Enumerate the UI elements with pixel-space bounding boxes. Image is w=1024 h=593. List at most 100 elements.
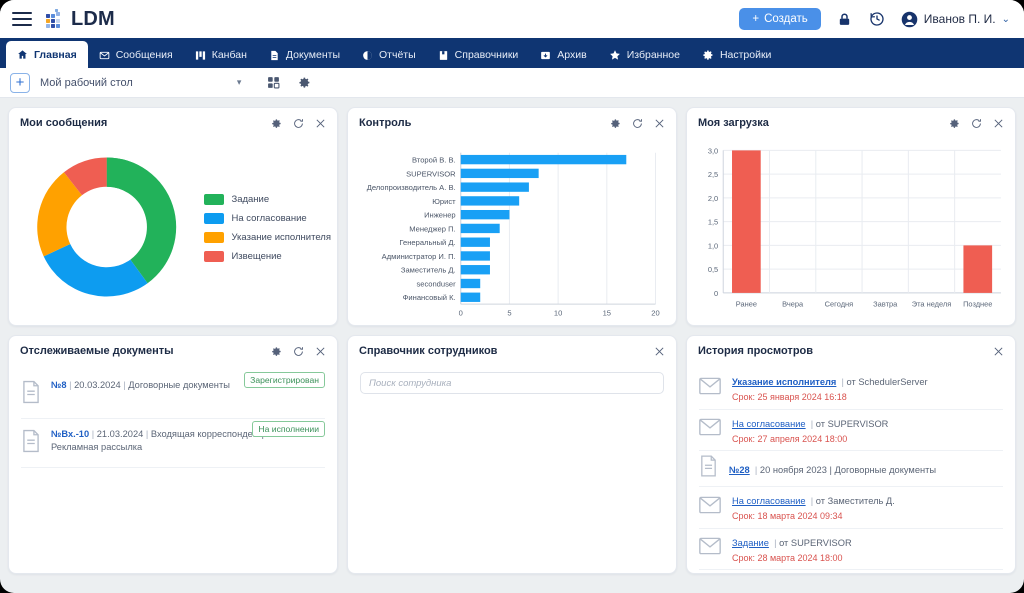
nav-item-home[interactable]: Главная [6,41,88,68]
history-deadline: Срок: 27 апреля 2024 18:00 [732,433,1003,447]
bar-category-label: SUPERVISOR [406,169,456,178]
history-link[interactable]: Указание исполнителя [732,377,836,387]
x-axis-tick: Ранее [736,299,757,308]
widget-close-icon[interactable] [654,346,665,357]
x-axis-tick: Позднее [963,299,992,308]
widget-employee-directory: Справочник сотрудников [347,335,677,574]
application-root: LDM + Создать [0,0,1024,593]
history-line-primary: Задание | от SUPERVISOR [732,538,852,548]
bar [461,293,480,302]
desktop-toolbar: + Мой рабочий стол ▾ [0,68,1024,98]
toolbar-settings-gear-icon[interactable] [298,76,311,89]
nav-item-documents[interactable]: Документы [258,42,351,68]
legend-item: Указание исполнителя [204,232,331,243]
employee-search-input[interactable] [360,372,664,394]
nav-item-reports[interactable]: Отчёты [351,42,427,68]
user-menu[interactable]: Иванов П. И. ⌄ [901,11,1010,28]
history-row[interactable]: Указание исполнителя | от SchedulerServe… [699,368,1003,410]
grid-widgets-icon[interactable] [267,76,280,89]
app-header: LDM + Создать [0,0,1024,38]
document-type: Договорные документы [128,380,230,390]
document-icon [269,50,280,61]
widget-body [348,366,676,573]
document-date: 20.03.2024 [74,380,121,390]
widget-close-icon[interactable] [654,118,665,129]
document-number[interactable]: №8 [51,380,67,390]
nav-label: Архив [557,49,586,61]
history-text: Указание исполнителя | от SchedulerServe… [732,372,1003,405]
envelope-icon [699,537,721,555]
dashboard-grid: Мои сообщения [0,98,1024,583]
history-link[interactable]: №28 [729,465,750,475]
nav-item-archive[interactable]: Архив [529,42,597,68]
widget-title: История просмотров [698,345,813,357]
legend-label: Указание исполнителя [231,232,331,243]
user-name-label: Иванов П. И. [924,12,996,26]
widget-refresh-icon[interactable] [293,118,304,129]
widget-title: Контроль [359,117,411,129]
history-link[interactable]: На согласование [732,419,806,429]
document-icon [699,455,718,482]
history-link[interactable]: Задание [732,538,769,548]
add-widget-button[interactable]: + [10,73,30,93]
history-row[interactable]: На согласование | от Заместитель Д. Срок… [699,487,1003,529]
bar [732,150,761,293]
widget-title: Отслеживаемые документы [20,345,174,357]
nav-item-directories[interactable]: Справочники [427,42,530,68]
widget-body: Задание На согласование Указание исполни… [9,138,337,325]
nav-label: Настройки [720,49,772,61]
widget-settings-gear-icon[interactable] [610,118,621,129]
hamburger-menu-icon[interactable] [12,12,32,26]
widget-close-icon[interactable] [993,118,1004,129]
history-link[interactable]: На согласование [732,496,806,506]
widget-settings-gear-icon[interactable] [949,118,960,129]
widget-close-icon[interactable] [315,118,326,129]
history-row[interactable]: Задание | от SUPERVISOR Срок: 28 марта 2… [699,529,1003,571]
bar [461,251,490,260]
document-number[interactable]: №Вх.-10 [51,429,89,439]
history-deadline: Срок: 25 января 2024 16:18 [732,391,1003,405]
widget-refresh-icon[interactable] [971,118,982,129]
y-axis-tick: 1,0 [708,241,718,250]
widget-settings-gear-icon[interactable] [271,346,282,357]
pie-chart-icon [362,50,373,61]
y-axis-tick: 1,5 [708,217,718,226]
clock-history-icon[interactable] [868,10,887,29]
history-line-primary: На согласование | от Заместитель Д. [732,496,895,506]
bar-category-label: Менеджер П. [409,224,455,233]
lock-icon[interactable] [835,10,854,29]
donut-chart-area: Задание На согласование Указание исполни… [9,138,337,325]
envelope-icon [699,377,721,395]
tracked-document-row[interactable]: №Вх.-10 | 21.03.2024 | Входящая корреспо… [21,419,325,468]
bar [461,155,627,164]
create-button[interactable]: + Создать [739,8,820,30]
history-line-primary: №28 | 20 ноября 2023 | Договорные докуме… [729,465,936,475]
donut-chart [15,145,198,310]
widget-title: Моя загрузка [698,117,769,129]
desktop-select-caret-icon[interactable]: ▾ [237,77,242,88]
history-row[interactable]: №28 | 20 ноября 2023 | Договорные докуме… [699,451,1003,487]
kanban-icon [195,50,206,61]
bar-category-label: Финансовый К. [403,293,456,302]
widget-refresh-icon[interactable] [293,346,304,357]
nav-label: Документы [286,49,340,61]
document-icon [21,380,41,409]
tracked-document-row[interactable]: №8 | 20.03.2024 | Договорные документы З… [21,370,325,419]
bar [461,224,500,233]
bar [461,265,490,274]
widget-close-icon[interactable] [315,346,326,357]
widget-close-icon[interactable] [993,346,1004,357]
chevron-down-icon: ⌄ [1002,14,1010,25]
history-row[interactable]: На согласование | от SUPERVISOR Срок: 27… [699,410,1003,452]
widget-tools [654,346,665,357]
widget-header: Моя загрузка [687,108,1015,138]
nav-item-messages[interactable]: Сообщения [88,42,184,68]
nav-item-favorites[interactable]: Избранное [598,42,691,68]
nav-item-kanban[interactable]: Канбан [184,42,258,68]
document-text: №8 | 20.03.2024 | Договорные документы [51,379,234,392]
app-logo: LDM [46,8,115,31]
nav-label: Канбан [212,49,247,61]
widget-refresh-icon[interactable] [632,118,643,129]
nav-item-settings[interactable]: Настройки [691,42,783,68]
widget-settings-gear-icon[interactable] [271,118,282,129]
